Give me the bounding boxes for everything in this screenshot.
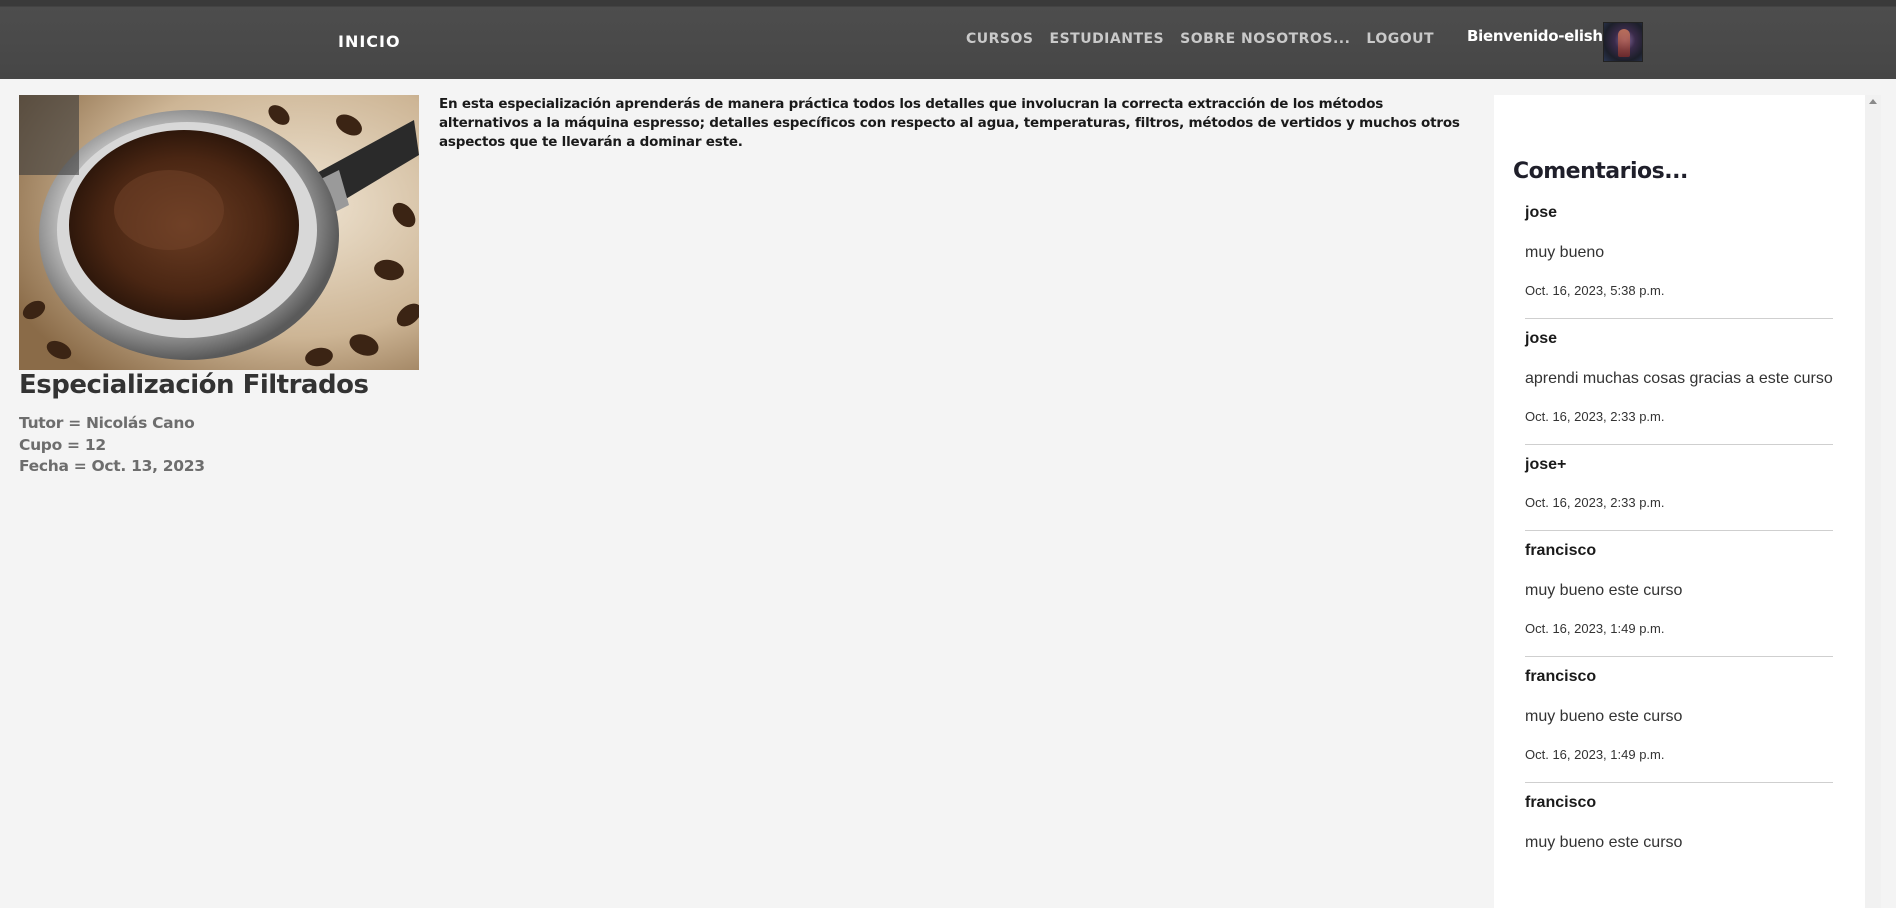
course-tutor: Tutor = Nicolás Cano <box>19 414 195 432</box>
course-meta: Tutor = Nicolás Cano Cupo = 12 Fecha = O… <box>19 413 205 478</box>
top-navbar: INICIO CURSOS ESTUDIANTES SOBRE NOSOTROS… <box>0 0 1896 79</box>
nav-link-logout[interactable]: LOGOUT <box>1366 31 1434 47</box>
user-avatar[interactable] <box>1603 22 1643 62</box>
comment-author: francisco <box>1525 542 1597 559</box>
comment-item: jose muy bueno Oct. 16, 2023, 5:38 p.m. <box>1525 202 1833 319</box>
comment-text: muy bueno este curso <box>1525 582 1683 599</box>
nav-link-estudiantes[interactable]: ESTUDIANTES <box>1050 31 1165 47</box>
nav-link-sobre-nosotros[interactable]: SOBRE NOSOTROS... <box>1180 31 1350 47</box>
welcome-text: Bienvenido-elisho <box>1467 27 1613 45</box>
comment-author: jose+ <box>1525 456 1567 473</box>
course-title: Especialización Filtrados <box>19 370 369 400</box>
course-description: En esta especialización aprenderás de ma… <box>439 96 1460 150</box>
comments-list: jose muy bueno Oct. 16, 2023, 5:38 p.m. … <box>1525 202 1833 872</box>
nav-brand-inicio[interactable]: INICIO <box>338 32 401 51</box>
comments-panel: Comentarios... jose muy bueno Oct. 16, 2… <box>1494 95 1865 908</box>
comment-date: Oct. 16, 2023, 2:33 p.m. <box>1525 495 1665 510</box>
comment-date: Oct. 16, 2023, 1:49 p.m. <box>1525 747 1665 762</box>
comment-date: Oct. 16, 2023, 5:38 p.m. <box>1525 283 1665 298</box>
comment-text: muy bueno este curso <box>1525 834 1683 851</box>
course-fecha: Fecha = Oct. 13, 2023 <box>19 457 205 475</box>
comment-text: muy bueno <box>1525 244 1605 261</box>
comment-item: francisco muy bueno este curso Oct. 16, … <box>1525 531 1833 657</box>
comment-text: aprendi muchas cosas gracias a este curs… <box>1525 370 1833 387</box>
comments-title: Comentarios... <box>1513 159 1688 184</box>
comments-scrollbar[interactable] <box>1865 95 1881 908</box>
comment-date: Oct. 16, 2023, 1:49 p.m. <box>1525 621 1665 636</box>
comment-item: francisco muy bueno este curso <box>1525 783 1833 872</box>
nav-link-cursos[interactable]: CURSOS <box>966 31 1034 47</box>
course-image <box>19 95 419 370</box>
comment-item: francisco muy bueno este curso Oct. 16, … <box>1525 657 1833 783</box>
comment-date: Oct. 16, 2023, 2:33 p.m. <box>1525 409 1665 424</box>
comment-author: francisco <box>1525 668 1597 685</box>
scroll-up-arrow-icon[interactable] <box>1869 99 1877 104</box>
comment-author: francisco <box>1525 794 1597 811</box>
course-cupo: Cupo = 12 <box>19 435 106 454</box>
coffee-portafilter-image <box>19 95 419 370</box>
nav-links: CURSOS ESTUDIANTES SOBRE NOSOTROS... LOG… <box>966 31 1450 47</box>
comment-author: jose <box>1525 330 1558 347</box>
comment-author: jose <box>1525 204 1558 221</box>
comment-item: jose+ Oct. 16, 2023, 2:33 p.m. <box>1525 445 1833 531</box>
comment-item: jose aprendi muchas cosas gracias a este… <box>1525 319 1833 445</box>
comment-text: muy bueno este curso <box>1525 708 1683 725</box>
